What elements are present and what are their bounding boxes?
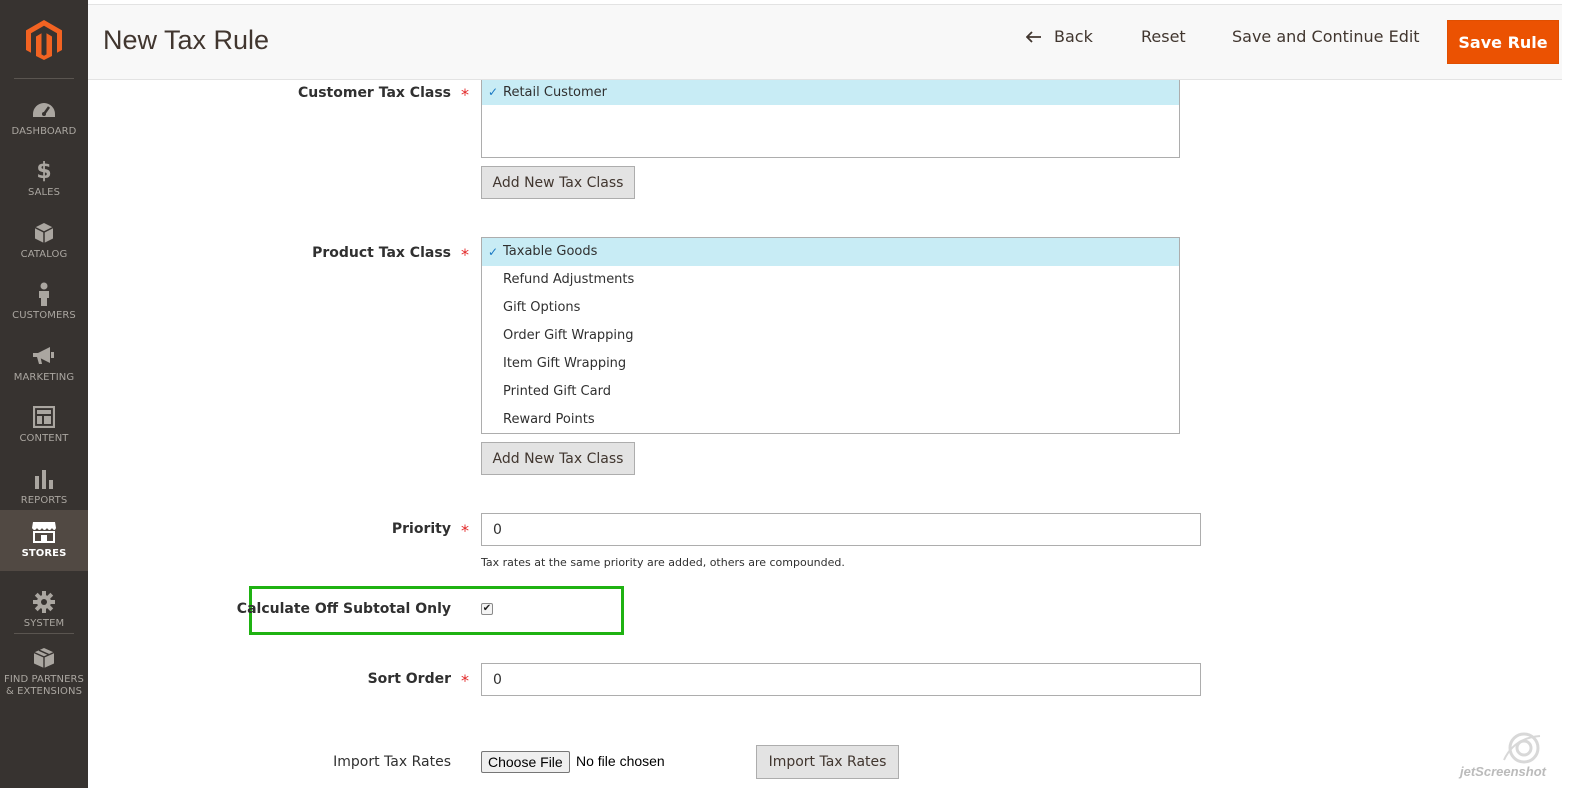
nav-customers-label: CUSTOMERS [12,310,76,321]
required-mark: * [461,85,469,104]
back-label: Back [1054,27,1093,46]
nav-sales-label: SALES [27,187,61,198]
nav-stores-label: STORES [21,548,67,559]
box-icon [31,222,57,244]
person-icon [31,282,57,306]
nav-content[interactable]: CONTENT [0,395,88,456]
magento-logo[interactable] [0,0,88,80]
option-label: Taxable Goods [503,244,598,259]
calculate-subtotal-label: Calculate Off Subtotal Only [236,601,451,617]
bar-chart-icon [31,468,57,490]
nav-reports[interactable]: REPORTS [0,457,88,518]
save-continue-button[interactable]: Save and Continue Edit [1232,27,1420,46]
megaphone-icon [31,345,57,367]
nav-find-partners-label: FIND PARTNERS & EXTENSIONS [3,673,85,697]
product-tax-class-label: Product Tax Class [312,245,451,261]
nav-sales[interactable]: $ SALES [0,149,88,210]
gear-icon [31,591,57,613]
sort-order-input[interactable] [481,663,1201,696]
nav-marketing-label: MARKETING [13,372,75,383]
option-label: Retail Customer [503,85,608,100]
option-refund-adjustments[interactable]: Refund Adjustments [482,266,1179,294]
priority-label: Priority [391,521,451,537]
priority-input[interactable] [481,513,1201,546]
nav-catalog-label: CATALOG [20,249,68,260]
add-customer-tax-class-button[interactable]: Add New Tax Class [481,166,635,199]
check-icon: ✓ [488,245,499,259]
customer-tax-class-select[interactable]: ✓ Retail Customer [481,80,1180,158]
dashboard-icon [31,99,57,121]
reset-button[interactable]: Reset [1141,27,1186,46]
nav-reports-label: REPORTS [20,495,68,506]
option-label: Printed Gift Card [503,384,611,399]
dollar-icon: $ [36,158,52,184]
page-header: New Tax Rule Back Reset Save and Continu… [88,4,1562,80]
customer-tax-class-label: Customer Tax Class [297,85,451,101]
sort-order-label: Sort Order [367,671,451,687]
nav-system-label: SYSTEM [23,618,65,629]
nav-system[interactable]: SYSTEM [0,580,88,641]
store-icon [31,521,57,543]
save-rule-button[interactable]: Save Rule [1447,20,1559,64]
nav-stores[interactable]: STORES [0,510,88,571]
option-retail-customer[interactable]: ✓ Retail Customer [482,80,1179,105]
nav-divider [14,633,74,634]
option-taxable-goods[interactable]: ✓ Taxable Goods [482,238,1179,266]
right-edge [1562,0,1578,788]
calculate-subtotal-checkbox[interactable]: ✔ [481,603,493,615]
check-icon: ✓ [488,85,499,99]
required-mark: * [461,671,469,690]
option-label: Refund Adjustments [503,272,635,287]
add-product-tax-class-button[interactable]: Add New Tax Class [481,442,635,475]
magento-logo-icon [26,20,62,60]
admin-sidebar: DASHBOARD $ SALES CATALOG CUSTOMERS MARK… [0,0,88,788]
cubes-icon [31,647,57,669]
option-label: Gift Options [503,300,581,315]
option-item-gift-wrapping[interactable]: Item Gift Wrapping [482,350,1179,378]
choose-file-button[interactable]: Choose File [481,751,570,773]
option-label: Order Gift Wrapping [503,328,634,343]
watermark-text: jetScreenshot [1460,764,1546,779]
file-status: No file chosen [576,753,665,769]
nav-dashboard-label: DASHBOARD [11,126,77,137]
required-mark: * [461,521,469,540]
import-tax-rates-label: Import Tax Rates [333,754,451,770]
back-button[interactable]: Back [1026,27,1093,46]
option-order-gift-wrapping[interactable]: Order Gift Wrapping [482,322,1179,350]
nav-dashboard[interactable]: DASHBOARD [0,88,88,149]
logo-divider [14,78,74,79]
option-gift-options[interactable]: Gift Options [482,294,1179,322]
option-label: Reward Points [503,412,595,427]
nav-customers[interactable]: CUSTOMERS [0,272,88,333]
required-mark: * [461,245,469,264]
option-reward-points[interactable]: Reward Points [482,406,1179,434]
option-label: Item Gift Wrapping [503,356,627,371]
priority-note: Tax rates at the same priority are added… [481,556,845,569]
option-printed-gift-card[interactable]: Printed Gift Card [482,378,1179,406]
arrow-left-icon [1026,30,1041,43]
nav-catalog[interactable]: CATALOG [0,211,88,272]
page-title: New Tax Rule [103,25,270,55]
nav-marketing[interactable]: MARKETING [0,334,88,395]
product-tax-class-select[interactable]: ✓ Taxable Goods Refund Adjustments Gift … [481,237,1180,434]
nav-find-partners[interactable]: FIND PARTNERS & EXTENSIONS [0,640,88,704]
layout-icon [31,406,57,428]
nav-content-label: CONTENT [19,433,69,444]
checkmark-icon: ✔ [482,603,492,614]
import-tax-rates-button[interactable]: Import Tax Rates [756,745,899,779]
